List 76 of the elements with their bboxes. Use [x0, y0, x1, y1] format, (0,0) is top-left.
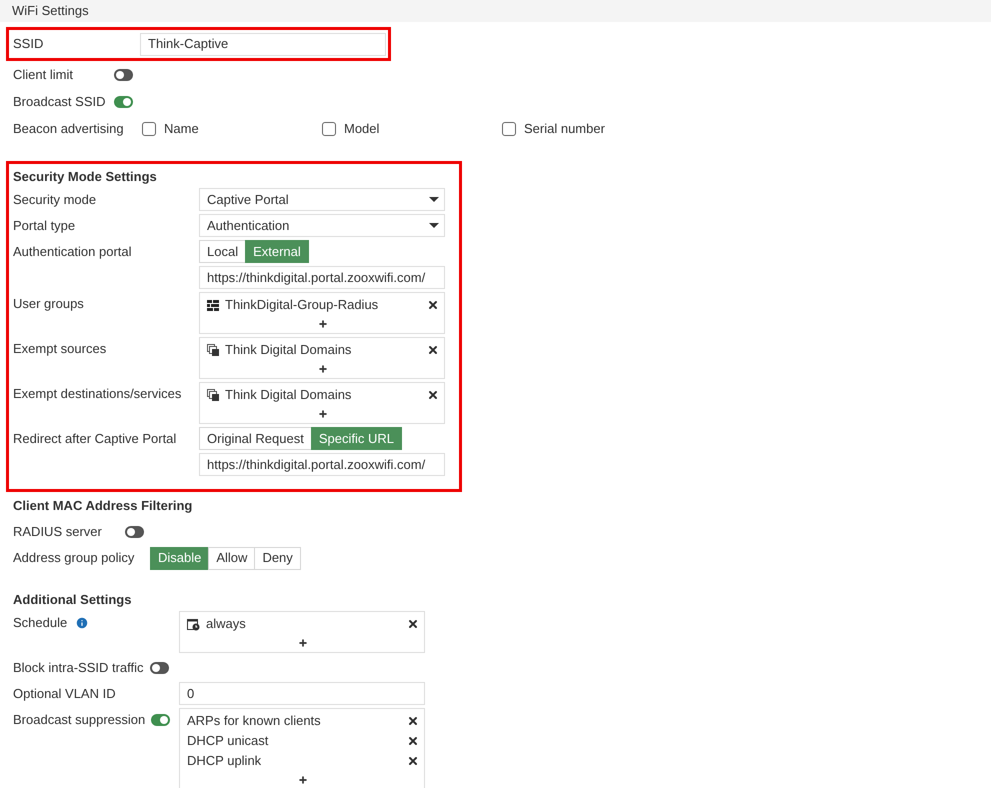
- dropdown-caret-icon: [429, 197, 439, 202]
- option-button[interactable]: Specific URL: [310, 427, 402, 450]
- option-button[interactable]: External: [245, 240, 309, 263]
- list-item: DHCP uplink: [187, 752, 262, 770]
- remove-icon[interactable]: [407, 735, 419, 747]
- option-button[interactable]: Disable: [150, 546, 210, 570]
- remove-icon[interactable]: [407, 715, 419, 727]
- section-title: Client MAC Address Filtering: [13, 497, 194, 516]
- select-field[interactable]: Authentication: [199, 214, 445, 237]
- list-item: ARPs for known clients: [187, 712, 321, 730]
- address-group-icon: [207, 344, 219, 356]
- list-field[interactable]: Think Digital Domains: [199, 382, 445, 424]
- checkbox[interactable]: [142, 122, 156, 136]
- remove-icon[interactable]: [407, 755, 419, 767]
- field-label: Client limit: [13, 66, 74, 84]
- ssid-field[interactable]: Think-Captive: [140, 32, 386, 56]
- text-field[interactable]: 0: [179, 682, 425, 705]
- checkbox[interactable]: [322, 122, 336, 136]
- option-button[interactable]: Original Request: [199, 427, 312, 450]
- option-button[interactable]: Deny: [254, 546, 301, 570]
- list-field[interactable]: ARPs for known clients DHCP unicast DHCP uplink: [179, 708, 425, 788]
- add-icon[interactable]: [298, 774, 308, 784]
- field-label: Exempt destinations/services: [13, 384, 182, 403]
- toggle-switch[interactable]: [114, 96, 133, 108]
- remove-icon[interactable]: [407, 618, 419, 630]
- add-icon[interactable]: [318, 318, 328, 328]
- list-item: always: [206, 615, 246, 634]
- add-icon[interactable]: [318, 408, 328, 418]
- checkbox[interactable]: [502, 122, 516, 136]
- dropdown-caret-icon: [429, 223, 439, 228]
- list-item: Think Digital Domains: [225, 341, 352, 360]
- field-label: Block intra-SSID traffic: [13, 658, 144, 677]
- list-field[interactable]: ThinkDigital-Group-Radius: [199, 292, 445, 334]
- list-item: Think Digital Domains: [225, 386, 352, 404]
- address-group-icon: [207, 389, 219, 401]
- checkbox-label: Name: [164, 120, 199, 138]
- section-title: Additional Settings: [13, 591, 132, 610]
- field-label: Broadcast SSID: [13, 92, 106, 111]
- field-label: Beacon advertising: [13, 120, 125, 138]
- field-label: Portal type: [13, 216, 76, 235]
- field-label: Schedule: [13, 614, 68, 632]
- list-field[interactable]: always: [179, 611, 425, 653]
- checkbox-label: Serial number: [524, 120, 605, 138]
- field-label: Security mode: [13, 190, 96, 209]
- field-label: Exempt sources: [13, 340, 106, 358]
- section-header: WiFi Settings: [0, 0, 991, 22]
- add-icon[interactable]: [298, 638, 308, 648]
- remove-icon[interactable]: [427, 389, 439, 401]
- add-icon[interactable]: [318, 364, 328, 374]
- field-label: Authentication portal: [13, 242, 132, 261]
- field-label: Broadcast suppression: [13, 710, 146, 729]
- remove-icon[interactable]: [427, 344, 439, 356]
- text-field[interactable]: https://thinkdigital.portal.zooxwifi.com/: [199, 266, 445, 289]
- text-field[interactable]: https://thinkdigital.portal.zooxwifi.com/: [199, 453, 445, 476]
- toggle-switch[interactable]: [150, 662, 169, 674]
- field-label: SSID: [13, 35, 44, 54]
- toggle-switch[interactable]: [151, 714, 170, 726]
- field-label: RADIUS server: [13, 523, 103, 542]
- calendar-clock-icon: [187, 618, 200, 630]
- toggle-switch[interactable]: [125, 526, 144, 538]
- list-item: ThinkDigital-Group-Radius: [225, 296, 378, 314]
- field-label: Address group policy: [13, 549, 136, 568]
- field-label: Optional VLAN ID: [13, 684, 116, 703]
- remove-icon[interactable]: [427, 299, 439, 311]
- user-group-icon: [207, 300, 219, 310]
- option-button[interactable]: Allow: [208, 546, 256, 570]
- select-field[interactable]: Captive Portal: [199, 188, 445, 211]
- field-label: User groups: [13, 294, 84, 313]
- section-title: Security Mode Settings: [13, 168, 158, 186]
- checkbox-label: Model: [344, 120, 380, 138]
- option-button[interactable]: Local: [199, 240, 246, 263]
- info-icon[interactable]: [75, 616, 90, 630]
- list-field[interactable]: Think Digital Domains: [199, 337, 445, 379]
- toggle-switch[interactable]: [114, 68, 133, 80]
- list-item: DHCP unicast: [187, 732, 268, 750]
- field-label: Redirect after Captive Portal: [13, 430, 176, 448]
